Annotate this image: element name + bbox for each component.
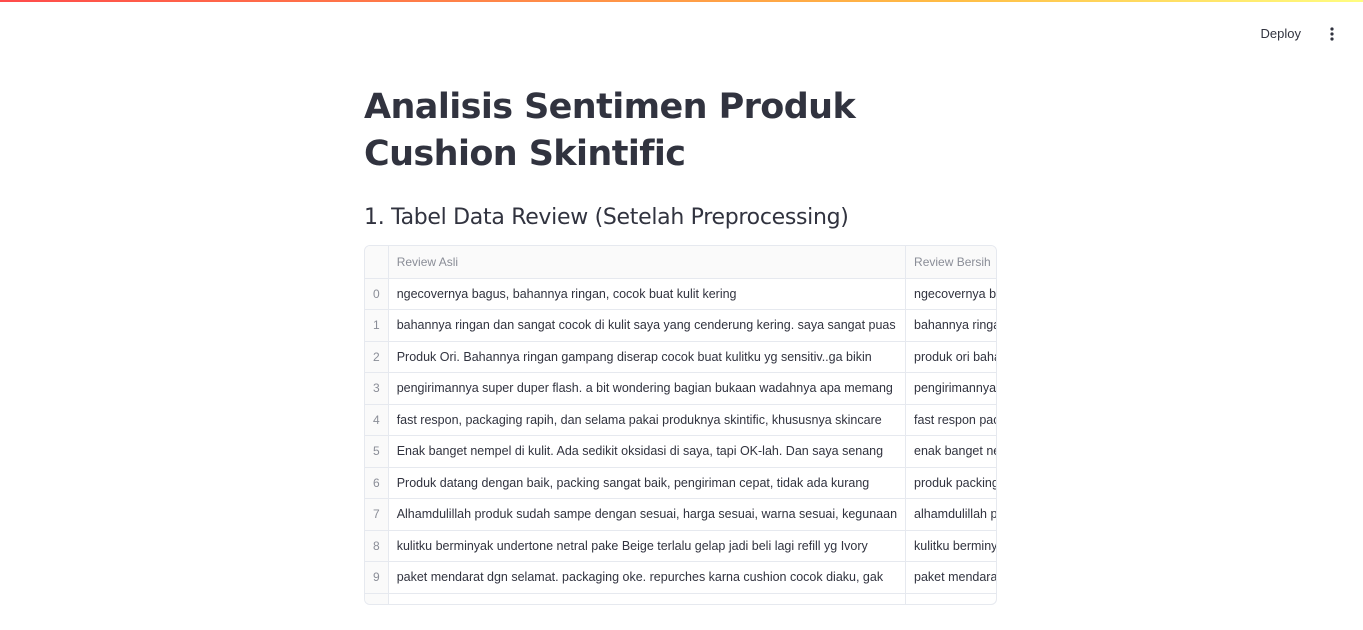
cell-review-bersih[interactable]: produk ori bahannya ringan gampang diser… [905, 341, 996, 373]
row-index: 3 [365, 372, 389, 405]
review-dataframe[interactable]: Review Asli Review Bersih 0 ngecovernya … [364, 245, 997, 605]
review-table: Review Asli Review Bersih 0 ngecovernya … [365, 246, 996, 604]
cell-review-asli[interactable]: Produk Ori. Bahannya ringan gampang dise… [388, 341, 907, 373]
cell-review-bersih[interactable]: pengirimannya super duper flash bit wond… [905, 372, 996, 405]
cell-review-asli[interactable]: pengirimannya super duper flash. a bit w… [388, 372, 907, 405]
cell-review-bersih[interactable]: alhamdulillah produk sampe sesuai harga [905, 498, 996, 531]
table-row[interactable]: 9 paket mendarat dgn selamat. packaging … [365, 561, 996, 594]
row-index: 0 [365, 278, 389, 310]
cell-review-bersih[interactable]: produk packing pengiriman cepat kurang [905, 467, 996, 499]
section-heading: 1. Tabel Data Review (Setelah Preprocess… [364, 205, 849, 230]
row-index: 4 [365, 404, 389, 436]
row-index: 8 [365, 530, 389, 562]
cell-review-asli[interactable]: ngecovernya bagus, bahannya ringan, coco… [388, 278, 907, 310]
cell-review-bersih[interactable]: paket mendarat dgn selamat packaging oke [905, 561, 996, 594]
cell-review-asli[interactable]: kulitku berminyak undertone netral pake … [388, 530, 907, 562]
index-column-header[interactable] [365, 246, 389, 279]
table-row[interactable]: 0 ngecovernya bagus, bahannya ringan, co… [365, 278, 996, 310]
cell-review-bersih[interactable]: bahannya ringan cocok kulit cenderung ke… [905, 309, 996, 342]
row-index: 2 [365, 341, 389, 373]
app-header: Deploy [0, 2, 1363, 60]
cell-review-bersih[interactable]: kulitku berminyak undertone netral pake … [905, 530, 996, 562]
cell-review-asli[interactable]: Enak banget nempel di kulit. Ada sedikit… [388, 435, 907, 468]
table-header-row: Review Asli Review Bersih [365, 246, 996, 279]
cell-review-asli[interactable]: Alhamdulillah produk sudah sampe dengan … [388, 498, 907, 531]
cell-review-asli[interactable]: fast respon, packaging rapih, dan selama… [388, 404, 907, 436]
table-row[interactable]: 8 kulitku berminyak undertone netral pak… [365, 530, 996, 562]
row-index: 9 [365, 561, 389, 594]
table-row[interactable]: 2 Produk Ori. Bahannya ringan gampang di… [365, 341, 996, 373]
column-header-review-asli[interactable]: Review Asli [388, 246, 907, 279]
table-row[interactable]: 6 Produk datang dengan baik, packing san… [365, 467, 996, 499]
table-row-partial [365, 593, 996, 604]
main-content: Analisis Sentimen Produk Cushion Skintif… [364, 84, 997, 234]
row-index: 6 [365, 467, 389, 499]
table-row[interactable]: 5 Enak banget nempel di kulit. Ada sedik… [365, 435, 996, 468]
main-menu-button[interactable] [1321, 22, 1343, 46]
cell-review-bersih[interactable]: ngecovernya bagus bahannya ringan cocok … [905, 278, 996, 310]
table-row[interactable]: 7 Alhamdulillah produk sudah sampe denga… [365, 498, 996, 531]
column-header-review-bersih[interactable]: Review Bersih [905, 246, 996, 279]
kebab-menu-icon [1330, 27, 1334, 41]
table-row[interactable]: 3 pengirimannya super duper flash. a bit… [365, 372, 996, 405]
cell-review-asli[interactable]: paket mendarat dgn selamat. packaging ok… [388, 561, 907, 594]
row-index: 7 [365, 498, 389, 531]
table-row[interactable]: 4 fast respon, packaging rapih, dan sela… [365, 404, 996, 436]
table-row[interactable]: 1 bahannya ringan dan sangat cocok di ku… [365, 309, 996, 342]
cell-review-bersih [905, 593, 996, 604]
row-index [365, 593, 389, 604]
cell-review-bersih[interactable]: enak banget nempel kulit sedikit oksidas… [905, 435, 996, 468]
row-index: 5 [365, 435, 389, 468]
cell-review-asli [388, 593, 907, 604]
row-index: 1 [365, 309, 389, 342]
page-title: Analisis Sentimen Produk Cushion Skintif… [364, 87, 856, 174]
cell-review-asli[interactable]: bahannya ringan dan sangat cocok di kuli… [388, 309, 907, 342]
cell-review-asli[interactable]: Produk datang dengan baik, packing sanga… [388, 467, 907, 499]
cell-review-bersih[interactable]: fast respon packaging rapih pakai produk… [905, 404, 996, 436]
deploy-button[interactable]: Deploy [1255, 22, 1307, 46]
